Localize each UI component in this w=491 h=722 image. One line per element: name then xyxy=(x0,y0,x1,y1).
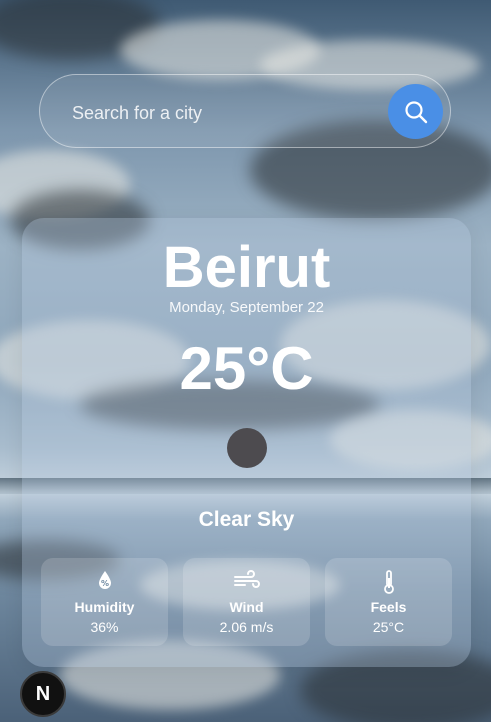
stat-value: 25°C xyxy=(372,619,405,635)
stat-label: Humidity xyxy=(74,599,135,615)
stat-label: Feels xyxy=(370,599,407,615)
stat-label: Wind xyxy=(229,599,264,615)
wind-icon xyxy=(183,570,310,592)
svg-text:%: % xyxy=(100,579,108,588)
stat-value: 2.06 m/s xyxy=(219,619,274,635)
search-input[interactable] xyxy=(70,97,374,129)
wind-stat: Wind 2.06 m/s xyxy=(183,558,310,646)
nextjs-icon: N xyxy=(35,682,51,705)
feels-like-stat: Feels 25°C xyxy=(325,558,452,646)
nextjs-dev-badge[interactable]: N xyxy=(20,671,66,717)
weather-card: Beirut Monday, September 22 25°C Clear S… xyxy=(22,218,471,667)
temperature: 25°C xyxy=(179,335,314,402)
humidity-icon: % xyxy=(41,570,168,592)
search-bar xyxy=(39,74,451,148)
current-date: Monday, September 22 xyxy=(169,299,324,316)
search-button[interactable] xyxy=(388,84,443,139)
thermometer-icon xyxy=(325,570,452,594)
weather-icon xyxy=(227,428,267,468)
city-name: Beirut xyxy=(162,235,331,300)
weather-condition: Clear Sky xyxy=(198,508,295,531)
stats-row: % Humidity 36% Wind 2.06 m/s Feels 25°C xyxy=(41,558,452,646)
stat-value: 36% xyxy=(90,619,119,635)
search-icon xyxy=(403,99,429,125)
humidity-stat: % Humidity 36% xyxy=(41,558,168,646)
